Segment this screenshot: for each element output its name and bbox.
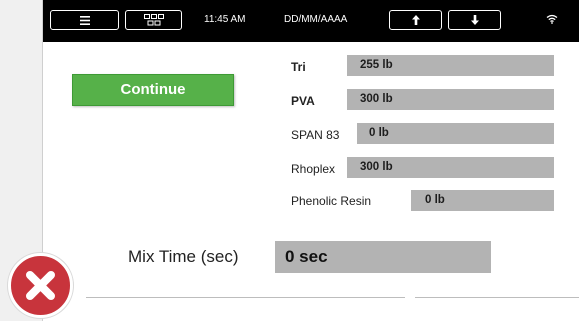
material-name-phenolic-resin: Phenolic Resin: [291, 194, 372, 208]
mix-time-value-text: 0 sec: [285, 247, 328, 266]
scroll-down-button[interactable]: [448, 10, 501, 30]
divider: [415, 297, 579, 298]
material-value-tri[interactable]: 255 lb: [347, 55, 554, 76]
material-value-text: 0 lb: [425, 194, 445, 206]
material-name-tri: Tri: [291, 60, 306, 74]
material-value-rhoplex[interactable]: 300 lb: [347, 157, 554, 178]
material-value-text: 300 lb: [360, 93, 393, 105]
grid-button[interactable]: [125, 10, 182, 30]
grid-icon: [143, 14, 164, 26]
wifi-icon: [546, 14, 558, 24]
divider: [86, 297, 405, 298]
scroll-up-button[interactable]: [389, 10, 442, 30]
close-x-mark: [26, 271, 55, 300]
continue-button[interactable]: Continue: [72, 74, 234, 106]
date-display: DD/MM/AAAA: [284, 14, 348, 25]
material-name-pva: PVA: [291, 94, 315, 108]
mix-time-label: Mix Time (sec): [128, 247, 239, 266]
material-value-text: 0 lb: [369, 127, 389, 139]
hamburger-icon: [79, 15, 90, 25]
error-x-icon[interactable]: [8, 253, 73, 318]
clock-time: 11:45 AM: [204, 14, 246, 25]
material-value-text: 255 lb: [360, 59, 393, 71]
mix-time-value[interactable]: 0 sec: [275, 241, 491, 273]
material-value-pva[interactable]: 300 lb: [347, 89, 554, 110]
machine-screen: 11:45 AM DD/MM/AAAA Continue Tri 255 lb …: [42, 0, 579, 321]
material-value-text: 300 lb: [360, 161, 393, 173]
top-bar: 11:45 AM DD/MM/AAAA: [43, 0, 579, 42]
material-value-span83[interactable]: 0 lb: [357, 123, 554, 144]
menu-button[interactable]: [50, 10, 119, 30]
arrow-up-icon: [411, 15, 420, 25]
material-value-phenolic-resin[interactable]: 0 lb: [411, 190, 554, 211]
arrow-down-icon: [470, 15, 479, 25]
material-name-span83: SPAN 83: [291, 128, 340, 142]
material-name-rhoplex: Rhoplex: [291, 162, 336, 176]
